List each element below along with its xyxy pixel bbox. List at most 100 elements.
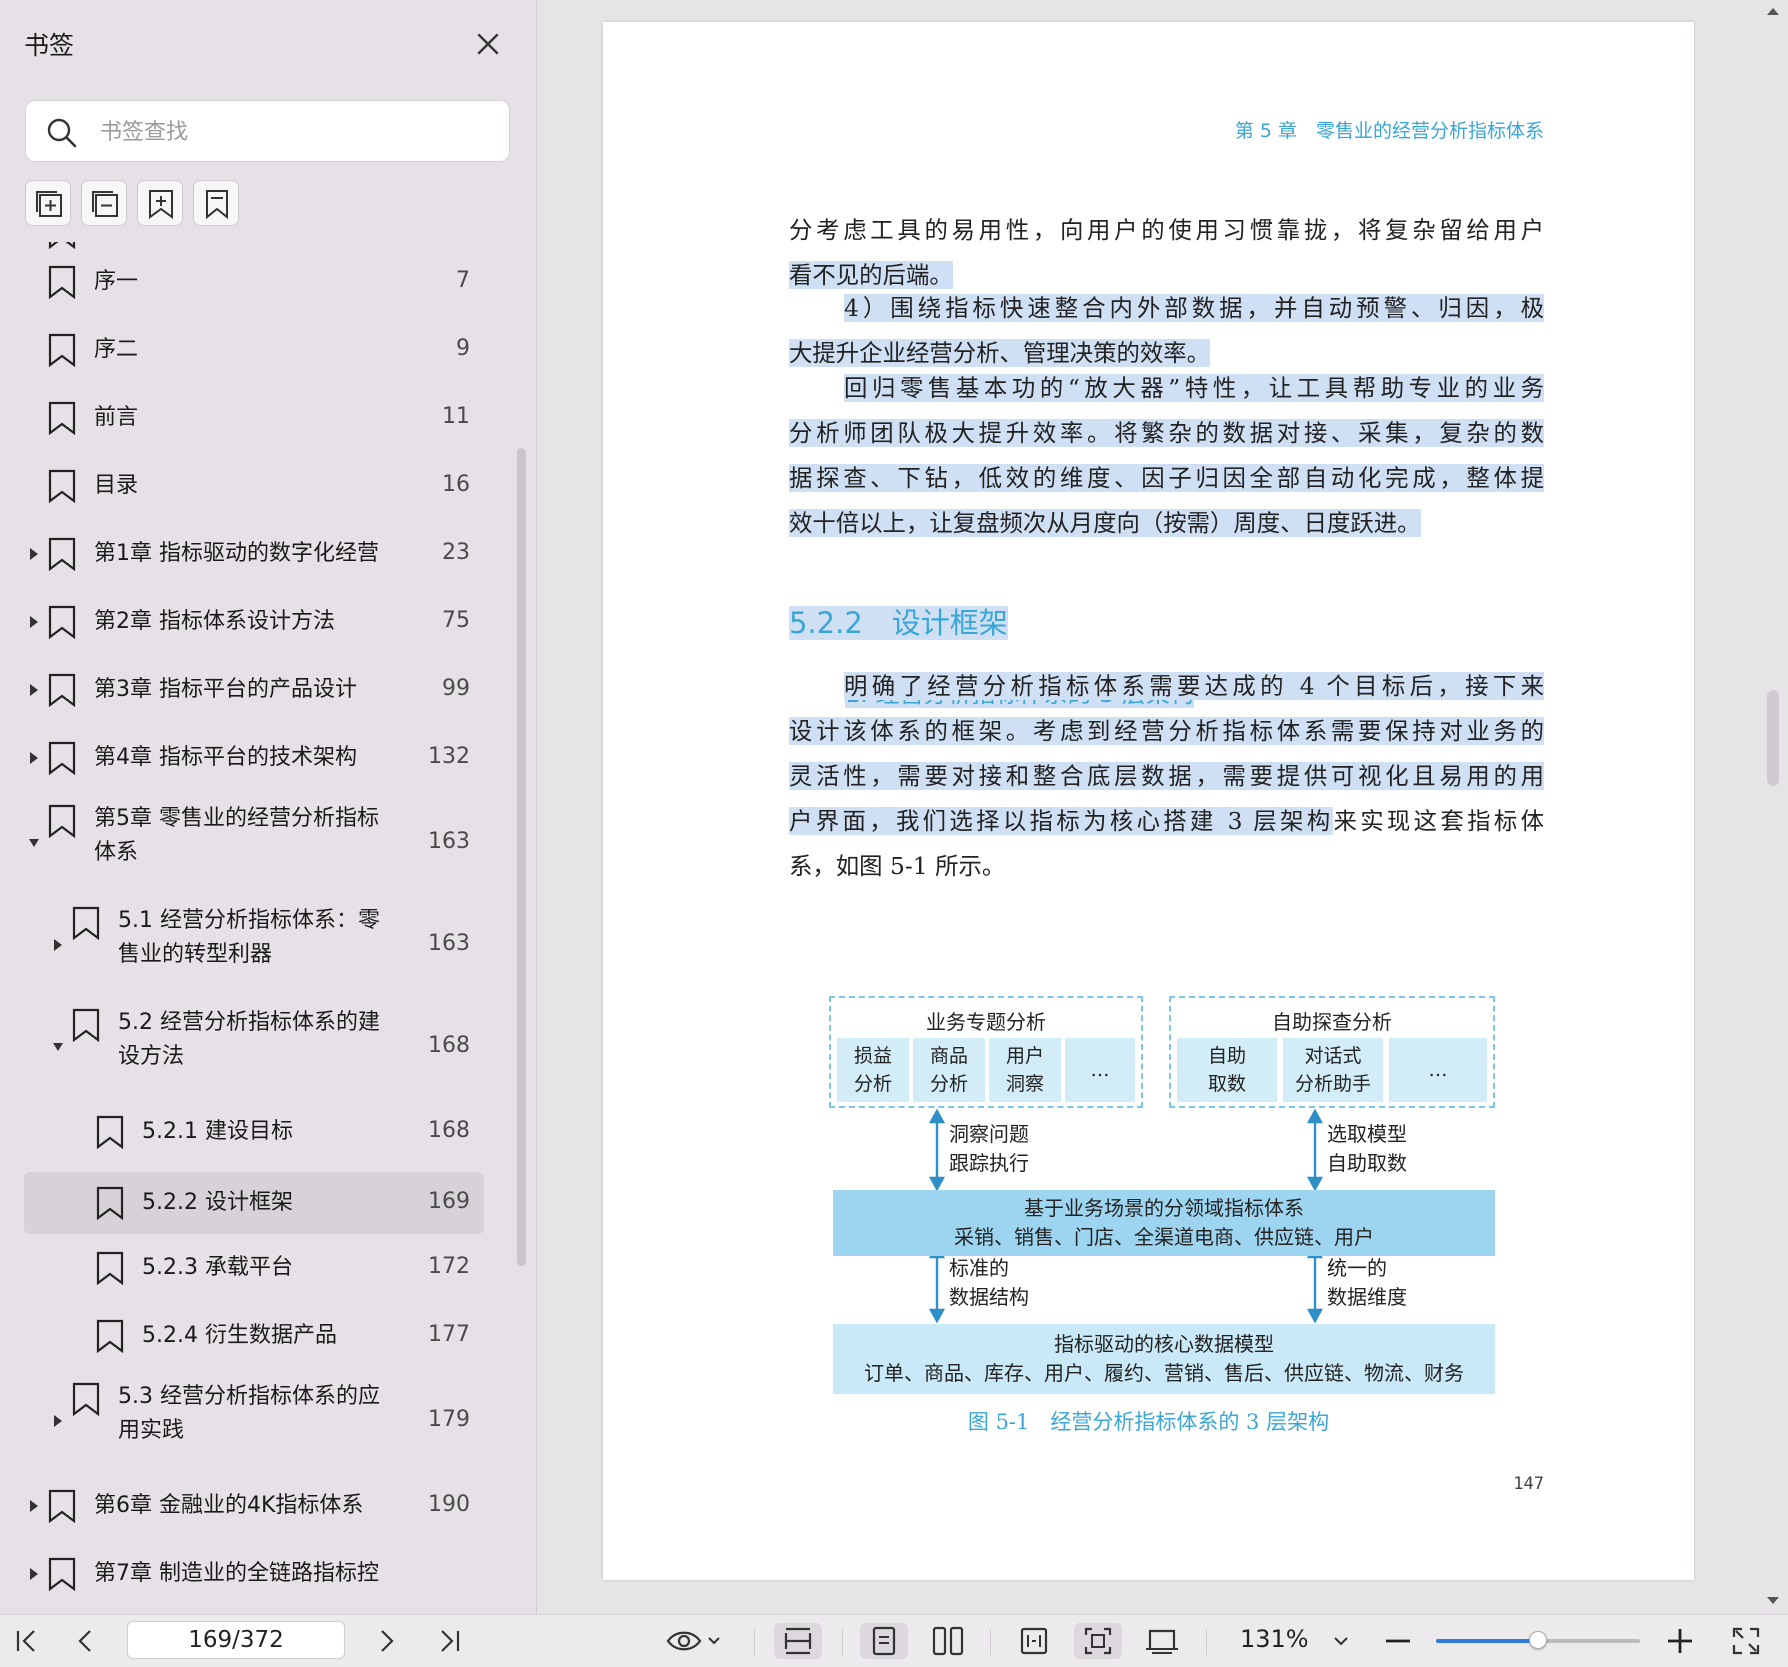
caret-down-icon[interactable] <box>28 836 40 850</box>
bookmark-search-box[interactable] <box>25 100 510 162</box>
zoom-in-button[interactable] <box>1662 1623 1698 1659</box>
two-page-button[interactable] <box>924 1623 972 1659</box>
bookmark-icon <box>72 1382 100 1416</box>
reading-mode-dropdown[interactable] <box>664 1623 724 1659</box>
bookmark-search-input[interactable] <box>98 111 492 153</box>
bookmark-page-number: 168 <box>428 1118 470 1143</box>
bookmark-page-number: 163 <box>428 931 470 956</box>
bookmark-label: 5.2.2 设计框架 <box>142 1190 293 1215</box>
sidebar-title: 书签 <box>24 31 75 60</box>
fit-page-button[interactable] <box>1074 1623 1122 1659</box>
bookmark-page-number: 190 <box>428 1492 470 1517</box>
bookmark-item[interactable]: 5.2.2 设计框架 169 <box>0 1172 536 1234</box>
bookmark-item[interactable] <box>0 242 536 252</box>
fit-width-button[interactable] <box>1010 1623 1058 1659</box>
bookmark-label-line: 体系 <box>94 840 139 865</box>
bookmark-icon <box>48 673 76 707</box>
bookmark-label: 5.1 经营分析指标体系：零 售业的转型利器 <box>118 904 380 972</box>
chevron-down-icon <box>1334 1637 1348 1646</box>
bookmark-item[interactable]: 5.3 经营分析指标体系的应 用实践 179 <box>0 1376 536 1466</box>
arrow-label-line: 自助取数 <box>1327 1151 1407 1175</box>
caret-right-icon[interactable] <box>52 1414 64 1428</box>
close-sidebar-button[interactable] <box>470 26 506 62</box>
bookmark-item[interactable]: 5.2.1 建设目标 168 <box>0 1104 536 1160</box>
bookmark-item[interactable]: 5.2.4 衍生数据产品 177 <box>0 1308 536 1364</box>
chevron-right-icon <box>381 1630 394 1652</box>
bookmark-page-number: 132 <box>428 744 470 769</box>
scroll-up-arrow-icon[interactable] <box>1765 4 1781 18</box>
caret-right-icon[interactable] <box>28 1567 40 1581</box>
bookmark-icon <box>48 469 76 503</box>
previous-page-button[interactable] <box>68 1623 104 1659</box>
fullscreen-button[interactable] <box>1728 1623 1764 1659</box>
bookmark-label-line: 售业的转型利器 <box>118 942 273 967</box>
scroll-down-arrow-icon[interactable] <box>1765 1594 1781 1608</box>
arrow-head <box>1306 1308 1324 1324</box>
bookmark-item[interactable]: 目录 16 <box>0 458 536 514</box>
bookmark-item[interactable]: 第5章 零售业的经营分析指标 体系 163 <box>0 798 536 888</box>
bookmark-item[interactable]: 5.2 经营分析指标体系的建 设方法 168 <box>0 1002 536 1092</box>
bookmark-page-number: 7 <box>456 268 470 293</box>
document-scrollbar[interactable] <box>1767 690 1779 786</box>
bookmark-item[interactable]: 第1章 指标驱动的数字化经营 23 <box>0 526 536 582</box>
bookmark-icon <box>48 242 76 249</box>
sidebar-scrollbar[interactable] <box>517 448 526 1266</box>
bookmark-icon <box>48 605 76 639</box>
single-page-icon <box>872 1626 896 1656</box>
add-bookmark-button[interactable] <box>137 180 183 226</box>
collapse-all-button[interactable] <box>81 180 127 226</box>
caret-right-icon[interactable] <box>28 615 40 629</box>
single-page-button[interactable] <box>860 1623 908 1659</box>
bookmark-label: 5.2.3 承载平台 <box>142 1255 293 1280</box>
bookmark-item[interactable]: 第3章 指标平台的产品设计 99 <box>0 662 536 718</box>
next-page-button[interactable] <box>368 1623 404 1659</box>
caret-down-icon[interactable] <box>52 1040 64 1054</box>
zoom-level[interactable]: 131% <box>1240 1625 1309 1653</box>
arrow-head <box>928 1308 946 1324</box>
caret-right-icon[interactable] <box>28 751 40 765</box>
bookmark-icon <box>96 1186 124 1220</box>
arrow-head <box>928 1108 946 1124</box>
bookmark-item[interactable]: 第2章 指标体系设计方法 75 <box>0 594 536 650</box>
arrow-label-line: 数据维度 <box>1327 1285 1407 1309</box>
caret-right-icon[interactable] <box>52 938 64 952</box>
bookmark-label-line: 5.1 经营分析指标体系：零 <box>118 908 380 933</box>
bookmark-sidebar: 书签 序 <box>0 0 537 1614</box>
bookmark-item[interactable]: 第6章 金融业的4K指标体系 190 <box>0 1478 536 1534</box>
arrow-label-line: 数据结构 <box>949 1285 1029 1309</box>
continuous-scroll-button[interactable] <box>774 1623 822 1659</box>
arrow-label-line: 选取模型 <box>1327 1122 1407 1146</box>
bookmark-item[interactable]: 序一 7 <box>0 254 536 310</box>
bookmark-item[interactable]: 5.2.3 承载平台 172 <box>0 1240 536 1296</box>
bookmark-item[interactable]: 第7章 制造业的全链路指标控 <box>0 1546 536 1602</box>
bookmark-item[interactable]: 序二 9 <box>0 322 536 378</box>
bookmark-item[interactable]: 前言 11 <box>0 390 536 446</box>
zoom-dropdown-button[interactable] <box>1326 1623 1356 1659</box>
first-page-button[interactable] <box>8 1623 44 1659</box>
bookmark-label: 5.2 经营分析指标体系的建 设方法 <box>118 1006 380 1074</box>
fit-width-icon <box>1020 1627 1048 1655</box>
bookmark-icon <box>96 1251 124 1285</box>
bookmark-label: 第2章 指标体系设计方法 <box>94 609 335 634</box>
caret-right-icon[interactable] <box>28 1499 40 1513</box>
bookmark-page-number: 169 <box>428 1189 470 1214</box>
pdf-page: 第 5 章 零售业的经营分析指标体系 分考虑工具的易用性，向用户的使用习惯靠拢，… <box>603 22 1694 1580</box>
fullscreen-icon <box>1732 1627 1760 1655</box>
caret-right-icon[interactable] <box>28 683 40 697</box>
page-number-input[interactable] <box>127 1621 345 1659</box>
zoom-out-button[interactable] <box>1380 1623 1416 1659</box>
rotate-page-button[interactable] <box>1138 1623 1186 1659</box>
caret-right-icon[interactable] <box>28 547 40 561</box>
bookmark-item[interactable]: 5.1 经营分析指标体系：零 售业的转型利器 163 <box>0 900 536 990</box>
bookmark-item[interactable]: 第4章 指标平台的技术架构 132 <box>0 730 536 786</box>
chevron-left-icon <box>78 1630 91 1652</box>
expand-all-button[interactable] <box>25 180 71 226</box>
bookmark-button[interactable] <box>193 180 239 226</box>
layer-detail: 订单、商品、库存、用户、履约、营销、售后、供应链、物流、财务 <box>864 1361 1464 1385</box>
zoom-slider-knob[interactable] <box>1529 1631 1547 1649</box>
fit-page-icon <box>1084 1627 1112 1655</box>
separator <box>1206 1629 1207 1655</box>
zoom-slider[interactable] <box>1436 1631 1640 1649</box>
last-page-button[interactable] <box>432 1623 468 1659</box>
bookmark-label: 第4章 指标平台的技术架构 <box>94 745 357 770</box>
